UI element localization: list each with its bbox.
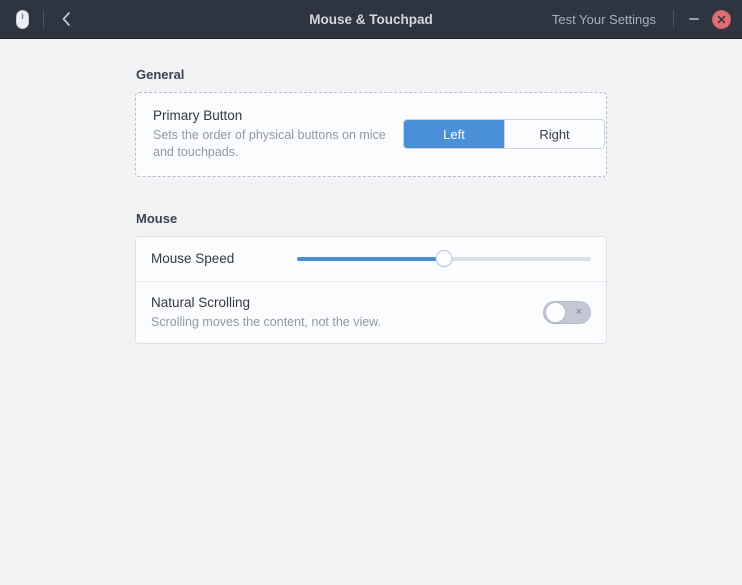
row-mouse-speed: Mouse Speed [136, 237, 606, 281]
row-labels: Natural Scrolling Scrolling moves the co… [151, 294, 381, 331]
mouse-icon [10, 7, 34, 31]
header-bar: Mouse & Touchpad Test Your Settings [0, 0, 742, 39]
header-left-group [10, 6, 79, 32]
settings-panel: General Primary Button Sets the order of… [135, 39, 607, 345]
row-labels: Primary Button Sets the order of physica… [153, 107, 403, 162]
close-icon [717, 15, 726, 23]
header-separator-right [673, 10, 674, 28]
natural-scrolling-description: Scrolling moves the content, not the vie… [151, 314, 381, 329]
section-title-general: General [136, 67, 185, 82]
row-control: Left Right [403, 119, 605, 150]
natural-scrolling-label: Natural Scrolling [151, 294, 251, 310]
mouse-card: Mouse Speed Natural Scrolling Scrolling … [135, 235, 607, 345]
test-your-settings-button[interactable]: Test Your Settings [545, 8, 663, 31]
primary-button-option-right[interactable]: Right [504, 120, 604, 149]
section-general: General Primary Button Sets the order of… [135, 67, 607, 177]
section-mouse: Mouse Mouse Speed Natural Scrolling Scro… [135, 210, 607, 345]
minimize-button[interactable] [682, 7, 706, 31]
mouse-speed-slider[interactable] [297, 249, 591, 269]
primary-button-segmented-control[interactable]: Left Right [403, 119, 605, 150]
toggle-knob [545, 301, 566, 323]
back-button[interactable] [53, 6, 79, 32]
primary-button-option-left[interactable]: Left [404, 120, 504, 149]
minimize-icon [689, 18, 699, 20]
primary-button-label: Primary Button [153, 108, 243, 123]
slider-fill [297, 256, 444, 261]
settings-content: General Primary Button Sets the order of… [0, 39, 742, 585]
row-natural-scrolling: Natural Scrolling Scrolling moves the co… [136, 280, 606, 343]
row-labels: Mouse Speed [151, 250, 234, 268]
general-card: Primary Button Sets the order of physica… [135, 92, 607, 177]
row-control [297, 249, 591, 269]
toggle-off-icon: × [575, 305, 582, 318]
natural-scrolling-toggle[interactable]: × [543, 300, 591, 324]
section-title-mouse: Mouse [136, 210, 178, 226]
close-button[interactable] [712, 9, 731, 29]
row-control: × [543, 300, 591, 324]
header-separator-left [43, 10, 44, 28]
primary-button-description: Sets the order of physical buttons on mi… [153, 128, 386, 160]
slider-handle[interactable] [435, 250, 453, 268]
mouse-speed-label: Mouse Speed [151, 250, 235, 266]
row-primary-button: Primary Button Sets the order of physica… [138, 95, 605, 174]
header-right-group: Test Your Settings [545, 7, 734, 31]
general-card-inner: Primary Button Sets the order of physica… [138, 95, 605, 174]
